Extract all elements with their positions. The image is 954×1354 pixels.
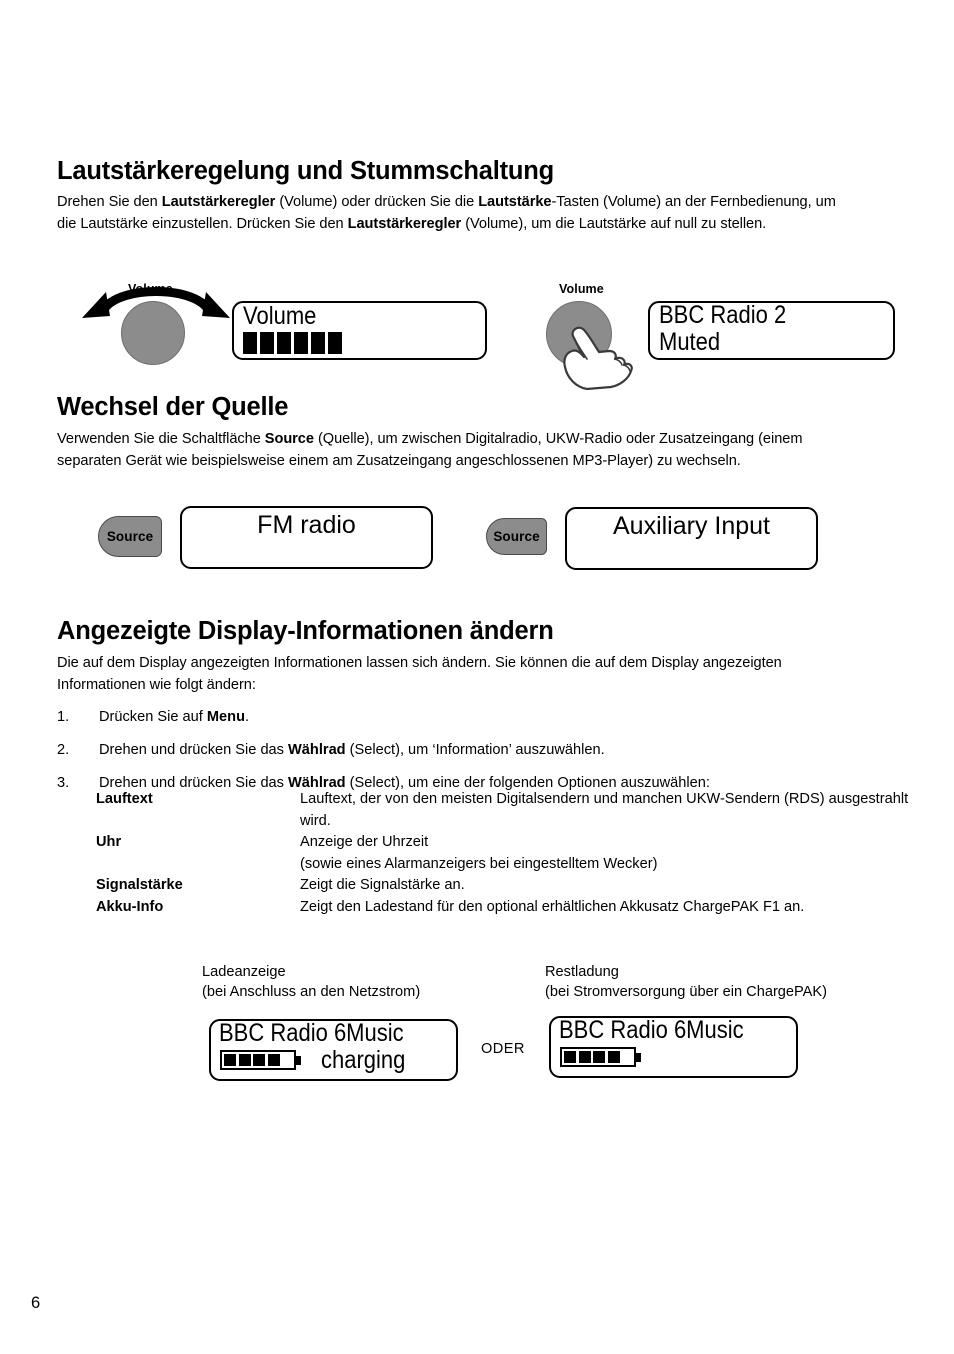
step-number: 1. [57, 709, 70, 725]
section-title-volume: Lautstärkeregelung und Stummschaltung [57, 157, 554, 185]
option-term: Akku-Info [96, 898, 164, 915]
battery-level-icon-remaining [560, 1047, 641, 1067]
step-text: Drehen und drücken Sie das Wählrad (Sele… [99, 740, 907, 761]
battery-segment [607, 1051, 620, 1063]
volume-bar-segment [277, 332, 291, 354]
step-number: 3. [57, 775, 70, 791]
step-text: Drücken Sie auf Menu. [99, 707, 907, 728]
volume-level-bars [243, 332, 342, 354]
volume-knob-rotate[interactable] [121, 301, 185, 365]
volume-bar-segment [243, 332, 257, 354]
battery-segment [267, 1054, 280, 1066]
document-page: Lautstärkeregelung und Stummschaltung Dr… [0, 0, 954, 1354]
volume-bar-segment [311, 332, 325, 354]
lcd-remaining-line1: BBC Radio 6Music [559, 1016, 744, 1044]
lcd-fm-radio-line1: FM radio [257, 511, 356, 539]
lcd-display-muted: BBC Radio 2 Muted [648, 301, 895, 360]
battery-segment [593, 1051, 605, 1063]
lcd-auxiliary-line1: Auxiliary Input [612, 512, 771, 540]
emphasis-text: Menu [206, 709, 245, 725]
option-row: Lauftext Lauftext, der von den meisten Di… [96, 789, 916, 832]
caption-remaining: Restladung (bei Stromversorgung über ein… [545, 964, 828, 1000]
volume-bar-segment [294, 332, 308, 354]
lcd-volume-line1: Volume [243, 302, 317, 330]
lcd-display-charging: BBC Radio 6Music charging [209, 1019, 458, 1081]
battery-segment [564, 1051, 576, 1063]
lcd-display-auxiliary: Auxiliary Input [565, 507, 818, 570]
option-description: Lauftext, der von den meisten Digitalsen… [300, 791, 909, 829]
option-term: Lauftext [96, 791, 153, 807]
lcd-charging-line1: BBC Radio 6Music [219, 1019, 404, 1047]
plain-text: Drehen Sie den [57, 194, 162, 210]
battery-segment [578, 1051, 591, 1063]
option-description: Anzeige der Uhrzeit (sowie eines Alarman… [300, 834, 658, 872]
battery-level-icon-charging [220, 1050, 301, 1070]
lcd-muted-line1: BBC Radio 2 [659, 301, 787, 329]
pressing-hand-icon [563, 326, 633, 390]
battery-shell [220, 1050, 296, 1070]
option-description: Zeigt die Signalstärke an. [300, 877, 465, 893]
battery-shell [560, 1047, 636, 1067]
step-item: 1. Drücken Sie auf Menu. [57, 707, 907, 728]
volume-bar-segment [328, 332, 342, 354]
option-row: Uhr Anzeige der Uhrzeit (sowie eines Alar… [96, 832, 916, 875]
battery-terminal [636, 1052, 641, 1062]
lcd-display-remaining: BBC Radio 6Music [549, 1016, 798, 1078]
plain-text: Drücken Sie auf [99, 709, 207, 725]
step-item: 2. Drehen und drücken Sie das Wählrad (Se… [57, 740, 907, 761]
plain-text: Die auf dem Display angezeigten Informat… [57, 655, 782, 693]
lcd-display-fm-radio: FM radio [180, 506, 433, 569]
knob-label-volume-press: Volume [559, 282, 604, 296]
plain-text: (Volume) oder drücken Sie die [275, 194, 479, 210]
source-button-aux[interactable]: Source [486, 518, 547, 555]
section-paragraph-volume: Drehen Sie den Lautstärkeregler (Volume)… [57, 192, 859, 235]
battery-segment [238, 1054, 251, 1066]
volume-bar-segment [260, 332, 274, 354]
knob-label-volume-rotate: Volume [128, 282, 173, 296]
option-row: Signalstärke Zeigt die Signalstärke an. [96, 875, 916, 897]
emphasis-text: Lautstärkeregler [347, 215, 462, 232]
emphasis-text: Wählrad [288, 742, 346, 758]
caption-charging: Ladeanzeige (bei Anschluss an den Netzst… [202, 964, 421, 1000]
section-paragraph-display-info: Die auf dem Display angezeigten Informat… [57, 653, 857, 696]
option-term: Signalstärke [96, 877, 183, 893]
plain-text: . [245, 709, 250, 725]
section-paragraph-source: Verwenden Sie die Schaltfläche Source (Q… [57, 429, 867, 472]
section-title-source: Wechsel der Quelle [57, 393, 289, 421]
section-title-display-info: Angezeigte Display-Informationen ändern [57, 617, 554, 645]
lcd-muted-line2: Muted [659, 328, 721, 356]
emphasis-text: Lautstärke [478, 194, 552, 210]
plain-text: (Volume), um die Lautstärke auf null zu … [461, 215, 767, 232]
plain-text: (Select), um ‘Information’ auszuwählen. [345, 742, 605, 758]
lcd-display-volume: Volume [232, 301, 487, 360]
page-number: 6 [31, 1294, 41, 1312]
emphasis-text: Source [264, 431, 314, 447]
option-row: Akku-Info Zeigt den Ladestand für den opt… [96, 897, 916, 919]
battery-segment [224, 1054, 236, 1066]
battery-segment [253, 1054, 265, 1066]
battery-terminal [296, 1055, 301, 1065]
option-description: Zeigt den Ladestand für den optional erh… [300, 898, 805, 915]
source-button-fm[interactable]: Source [98, 516, 162, 557]
emphasis-text: Lautstärkeregler [161, 194, 276, 210]
display-options-list: Lauftext Lauftext, der von den meisten Di… [96, 789, 916, 918]
option-term: Uhr [96, 834, 122, 850]
lcd-charging-line2: charging [321, 1046, 406, 1074]
plain-text: Drehen und drücken Sie das [99, 742, 289, 758]
or-separator-label: ODER [481, 1041, 525, 1057]
step-number: 2. [57, 742, 70, 758]
plain-text: Verwenden Sie die Schaltfläche [57, 431, 265, 447]
